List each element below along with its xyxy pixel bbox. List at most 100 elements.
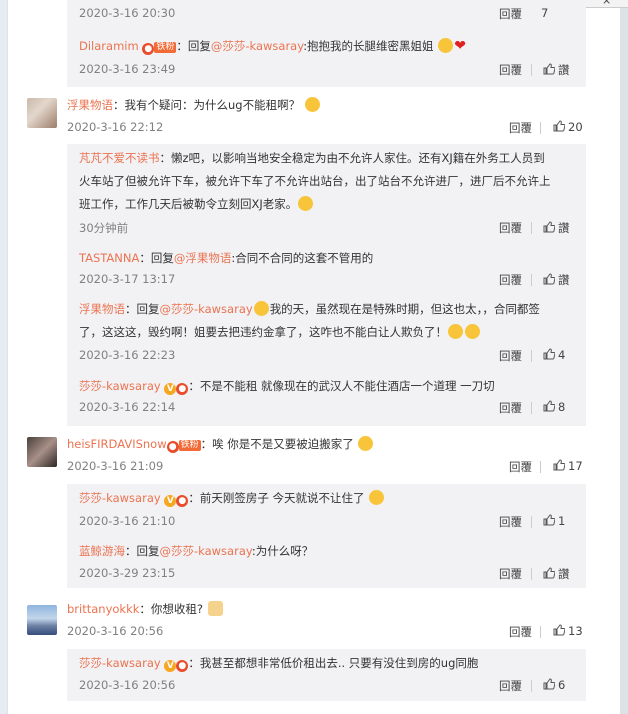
fan-badge: 铁粉: [178, 440, 201, 451]
reply-button[interactable]: 回覆: [509, 624, 532, 640]
comment-text: heisFIRDAVISnow ● 铁粉 ：唉 你是不是又要被迫搬家了: [67, 436, 374, 453]
like-button[interactable]: 讚: [543, 220, 570, 236]
user-name[interactable]: 浮果物语: [67, 98, 113, 112]
like-button[interactable]: 4: [543, 348, 565, 362]
reply-time: 2020-3-16 22:14: [79, 400, 176, 414]
mention-link[interactable]: @莎莎-kawsaray: [160, 302, 253, 316]
mention-link[interactable]: @莎莎-kawsaray: [160, 544, 252, 558]
reply-time: 2020-3-16 23:49: [79, 62, 176, 76]
avatar[interactable]: [27, 605, 57, 635]
thumb-up-icon: [553, 624, 565, 636]
comment-text: 浮果物语：我有个疑问：为什么ug不能租啊？: [67, 97, 321, 113]
reply-text: TASTANNA：回复@浮果物语:合同不合同的这套不管用的: [79, 251, 374, 265]
like-button[interactable]: 讚: [543, 566, 570, 582]
thumb-up-icon: [543, 678, 555, 690]
divider: [540, 461, 541, 473]
like-button[interactable]: 讚: [543, 62, 570, 78]
smile-emoji-icon: [369, 490, 385, 505]
comment-time: 2020-3-16 20:56: [67, 624, 164, 638]
comment-text: brittanyokkk：你想收租?: [67, 601, 224, 617]
divider: [531, 680, 532, 692]
heart-icon: ❤: [454, 38, 466, 54]
hug-emoji-icon: [448, 324, 463, 339]
user-name[interactable]: 芃芃不爱不读书: [79, 151, 160, 165]
level-icon: ●: [176, 660, 189, 672]
reply-time: 2020-3-17 13:17: [79, 272, 176, 286]
hug-emoji-icon: [438, 38, 454, 53]
thumb-up-icon: [553, 120, 565, 132]
verified-icon: V: [164, 660, 177, 672]
level-icon: ●: [176, 383, 189, 395]
reply-button[interactable]: 回覆: [499, 220, 522, 236]
thinking-emoji-icon: [304, 97, 320, 112]
divider: [531, 274, 532, 286]
reply-time: 2020-3-16 21:10: [79, 514, 176, 528]
like-button[interactable]: 17: [553, 459, 583, 473]
like-button[interactable]: 讚: [543, 272, 570, 288]
like-button[interactable]: 7: [541, 6, 548, 20]
thumb-up-icon: [543, 348, 555, 360]
reply-button[interactable]: 回覆: [499, 566, 522, 582]
thumb-up-icon: [543, 221, 555, 233]
reply-time: 2020-3-16 20:30: [79, 6, 176, 20]
level-icon: ●: [166, 441, 179, 453]
reply-text: 蓝鲸游海：回复@莎莎-kawsaray:为什么呀？: [79, 544, 314, 558]
reply-time: 2020-3-16 20:56: [79, 678, 176, 692]
reply-button[interactable]: 回覆: [499, 62, 522, 78]
thumb-up-icon: [543, 63, 555, 75]
reply-block: 2020-3-16 20:30 回覆 7 Dilaramim ● 铁粉 ：回复@莎莎…: [67, 0, 586, 87]
avatar[interactable]: [27, 437, 57, 467]
like-button[interactable]: 6: [543, 678, 565, 692]
reply-block: 莎莎-kawsaray V ● ：前天刚签房子 今天就说不让住了 2020-3-16…: [67, 484, 586, 588]
hug-emoji-icon: [465, 324, 480, 339]
user-name[interactable]: brittanyokkk: [67, 602, 139, 616]
thumb-up-icon: [553, 459, 565, 471]
user-name[interactable]: 蓝鲸游海: [79, 544, 125, 558]
reply-button[interactable]: 回覆: [499, 678, 522, 694]
divider: [531, 568, 532, 580]
user-name[interactable]: 浮果物语: [79, 302, 125, 316]
reply-button[interactable]: 回覆: [509, 459, 532, 475]
mention-link[interactable]: @莎莎-kawsaray: [211, 39, 303, 53]
reply-button[interactable]: 回覆: [499, 272, 522, 288]
verified-icon: V: [164, 383, 177, 395]
like-button[interactable]: 20: [553, 120, 583, 134]
thumb-up-icon: [543, 400, 555, 412]
reply-text: 芃芃不爱不读书：懒z吧，以影响当地安全稳定为由不允许人家住。还有XJ籍在外务工人…: [79, 151, 551, 211]
reply-time: 2020-3-16 22:23: [79, 348, 176, 362]
thumb-up-icon: [543, 273, 555, 285]
user-name[interactable]: TASTANNA: [79, 251, 139, 265]
reply-button[interactable]: 回覆: [499, 514, 522, 530]
reply-button[interactable]: 回覆: [499, 400, 522, 416]
user-name[interactable]: heisFIRDAVISnow: [67, 437, 167, 451]
mention-link[interactable]: @浮果物语: [174, 251, 232, 265]
reply-time: 30分钟前: [79, 221, 129, 235]
comment-time: 2020-3-16 22:12: [67, 120, 164, 134]
divider: [540, 626, 541, 638]
divider: [531, 64, 532, 76]
like-button[interactable]: 13: [553, 624, 583, 638]
user-name[interactable]: 莎莎-kawsaray: [79, 491, 161, 505]
avatar[interactable]: [27, 98, 57, 128]
thumb-up-icon: [543, 567, 555, 579]
comment-time: 2020-3-16 21:09: [67, 459, 164, 473]
close-icon[interactable]: ×: [602, 0, 611, 7]
hug-emoji-icon: [358, 436, 374, 451]
user-name[interactable]: 莎莎-kawsaray: [79, 656, 161, 670]
divider: [531, 222, 532, 234]
verified-icon: ●: [142, 43, 155, 55]
divider: [531, 516, 532, 528]
like-button[interactable]: 1: [543, 514, 565, 528]
user-name[interactable]: 莎莎-kawsaray: [79, 379, 161, 393]
scrollbar-track[interactable]: [620, 0, 628, 714]
reply-button[interactable]: 回覆: [499, 348, 522, 364]
user-name[interactable]: Dilaramim: [79, 39, 139, 53]
divider: [531, 402, 532, 414]
hug-emoji-icon: [298, 196, 314, 211]
reply-button[interactable]: 回覆: [499, 6, 522, 22]
verified-icon: V: [164, 495, 177, 507]
reply-button[interactable]: 回覆: [509, 120, 532, 136]
thumb-up-icon: [543, 514, 555, 526]
fan-badge: 铁粉: [154, 42, 177, 53]
like-button[interactable]: 8: [543, 400, 565, 414]
